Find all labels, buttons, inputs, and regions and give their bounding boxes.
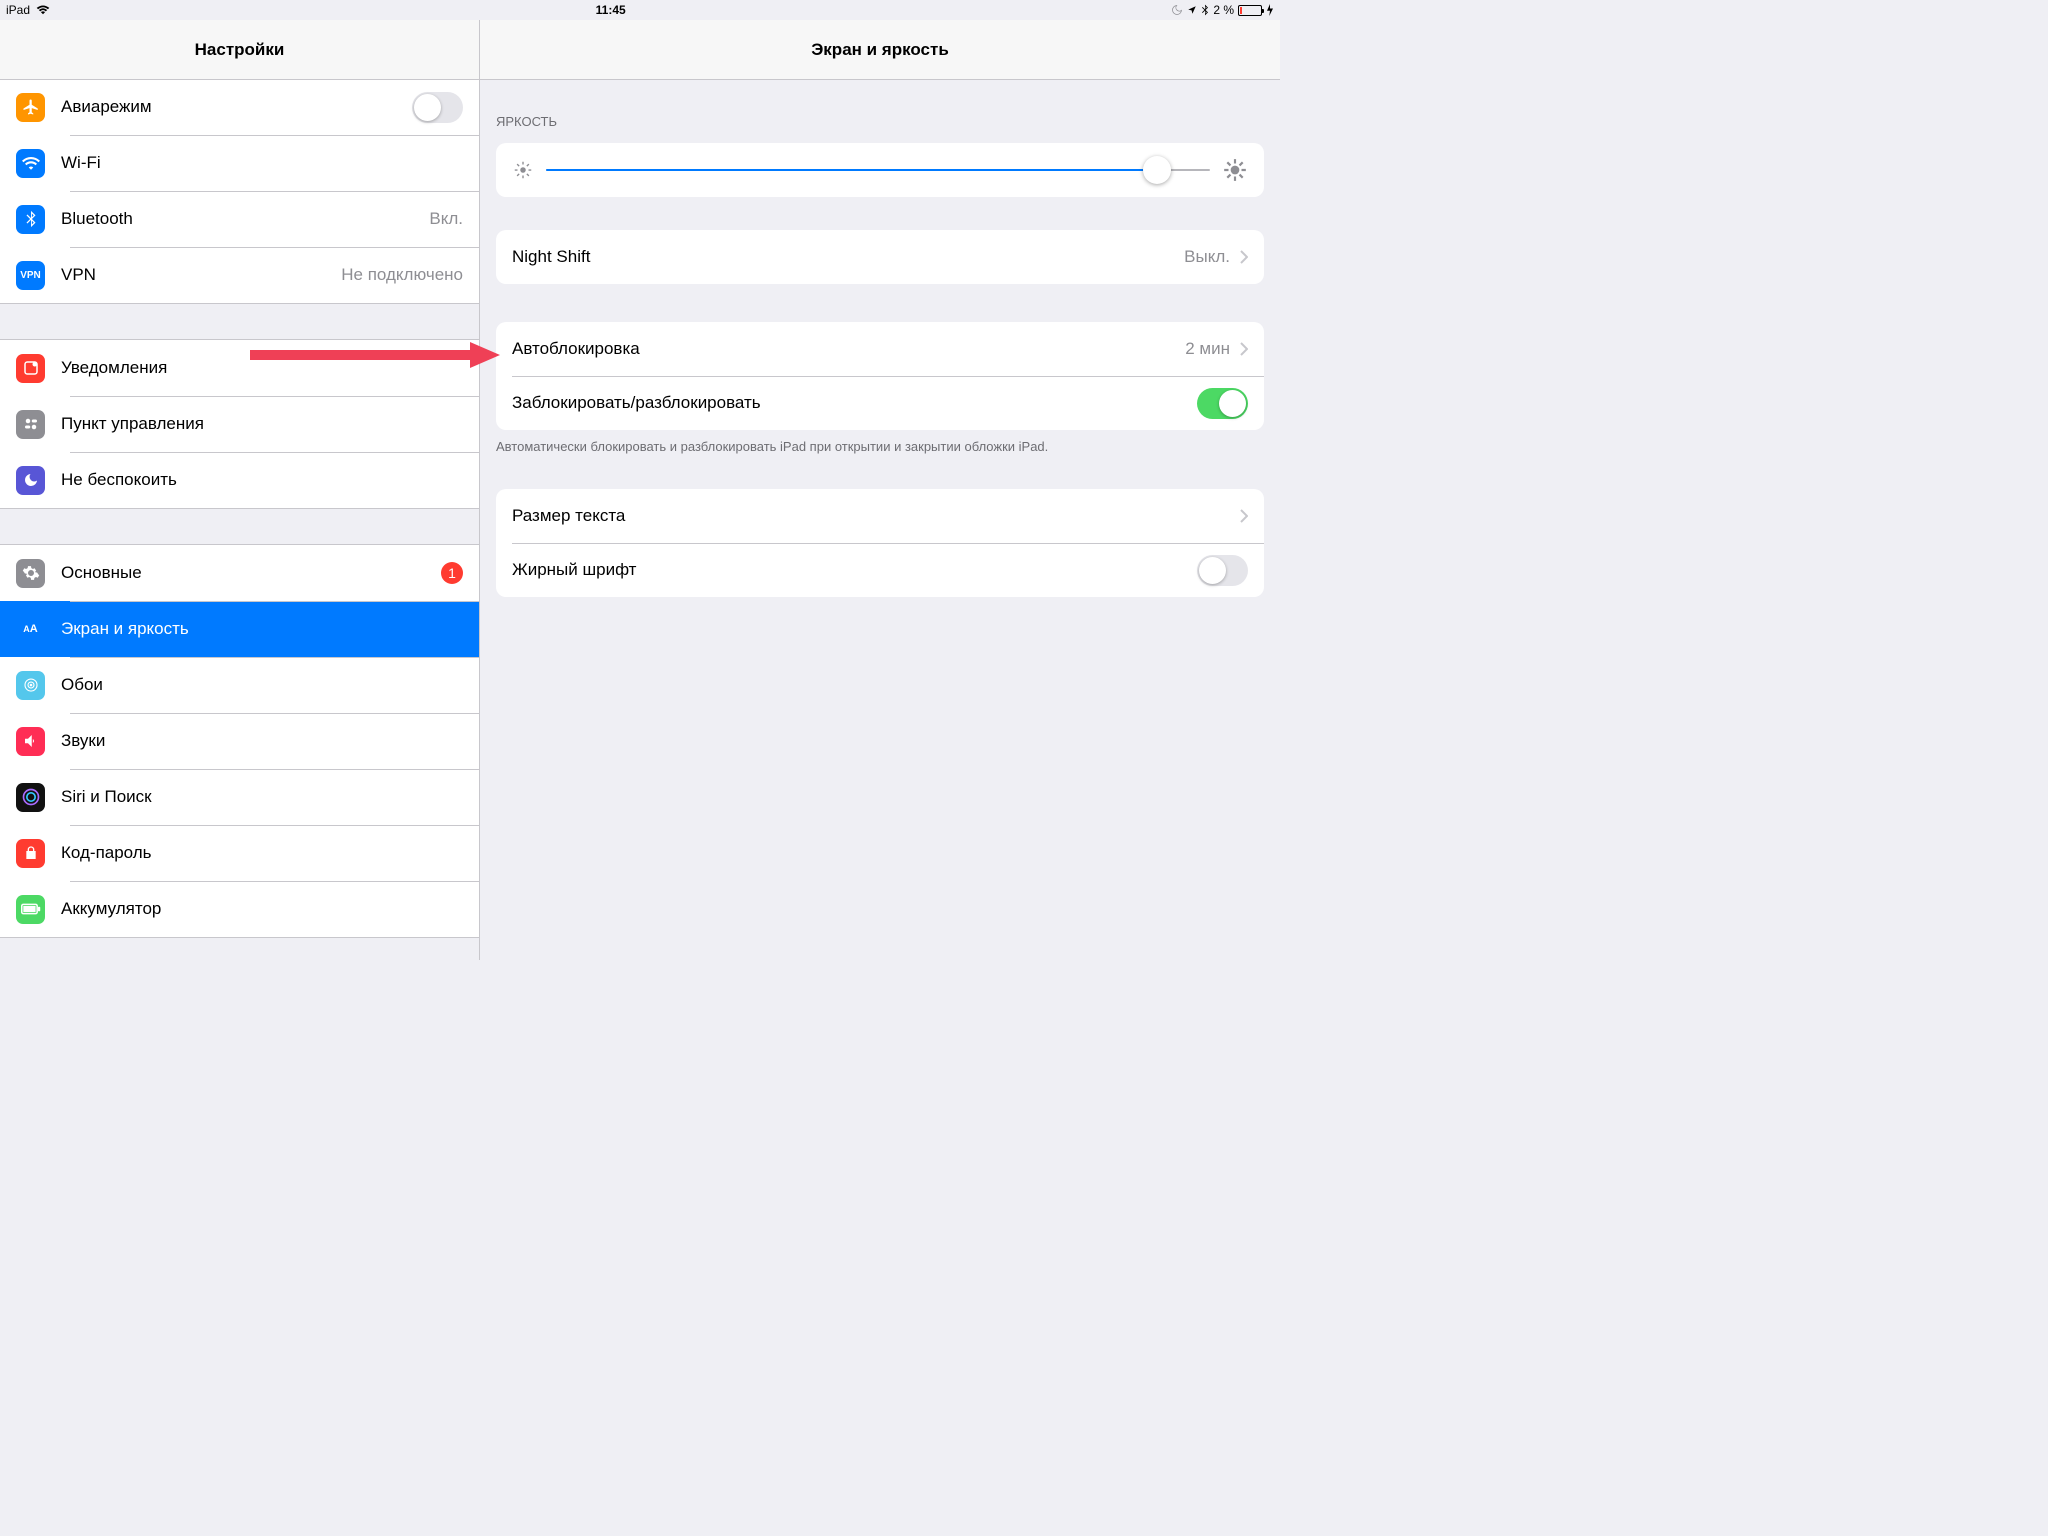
lockunlock-toggle[interactable] [1197, 388, 1248, 419]
bluetooth-icon [1201, 4, 1209, 16]
chevron-right-icon [1240, 250, 1248, 264]
wifi-settings-icon [16, 149, 45, 178]
boldtext-row[interactable]: Жирный шрифт [496, 543, 1264, 597]
lockunlock-label: Заблокировать/разблокировать [512, 393, 1197, 413]
nightshift-label: Night Shift [512, 247, 1184, 267]
lockunlock-footer: Автоматически блокировать и разблокирова… [480, 430, 1280, 456]
clock: 11:45 [50, 3, 1171, 17]
autolock-label: Автоблокировка [512, 339, 1185, 359]
chevron-right-icon [1240, 342, 1248, 356]
nightshift-value: Выкл. [1184, 247, 1230, 267]
device-label: iPad [6, 3, 30, 17]
vpn-icon: VPN [16, 261, 45, 290]
sidebar-item-label: Bluetooth [61, 209, 429, 229]
display-icon: AA [16, 615, 45, 644]
sidebar-item-value: Не подключено [341, 265, 463, 285]
sidebar-item-airplane[interactable]: Авиарежим [0, 80, 479, 135]
bluetooth-settings-icon [16, 205, 45, 234]
sidebar-item-sounds[interactable]: Звуки [0, 713, 479, 769]
sidebar-item-wifi[interactable]: Wi-Fi [0, 135, 479, 191]
brightness-header: ЯРКОСТЬ [480, 108, 1280, 135]
autolock-row[interactable]: Автоблокировка 2 мин [496, 322, 1264, 376]
sidebar-item-label: Не беспокоить [61, 470, 463, 490]
sidebar-item-label: Wi-Fi [61, 153, 463, 173]
brightness-low-icon [512, 159, 534, 181]
boldtext-toggle[interactable] [1197, 555, 1248, 586]
sidebar-item-general[interactable]: Основные 1 [0, 545, 479, 601]
nightshift-row[interactable]: Night Shift Выкл. [496, 230, 1264, 284]
sidebar-item-passcode[interactable]: Код-пароль [0, 825, 479, 881]
sidebar-item-label: Экран и яркость [61, 619, 463, 639]
sidebar-item-label: Звуки [61, 731, 463, 751]
detail-title: Экран и яркость [480, 20, 1280, 80]
sidebar-item-control-center[interactable]: Пункт управления [0, 396, 479, 452]
passcode-icon [16, 839, 45, 868]
siri-icon [16, 783, 45, 812]
sidebar-item-label: Аккумулятор [61, 899, 463, 919]
general-badge: 1 [441, 562, 463, 584]
wallpaper-icon [16, 671, 45, 700]
general-icon [16, 559, 45, 588]
detail-pane: Экран и яркость ЯРКОСТЬ Night Shift Выкл… [480, 20, 1280, 960]
sidebar-item-display[interactable]: AA Экран и яркость [0, 601, 479, 657]
textsize-label: Размер текста [512, 506, 1230, 526]
textsize-row[interactable]: Размер текста [496, 489, 1264, 543]
sidebar-item-label: Обои [61, 675, 463, 695]
sidebar-item-value: Вкл. [429, 209, 463, 229]
sidebar-item-label: Siri и Поиск [61, 787, 463, 807]
battery-settings-icon [16, 895, 45, 924]
airplane-icon [16, 93, 45, 122]
sidebar-item-label: Авиарежим [61, 97, 412, 117]
boldtext-label: Жирный шрифт [512, 560, 1197, 580]
sidebar-item-vpn[interactable]: VPN VPN Не подключено [0, 247, 479, 303]
settings-sidebar: Настройки Авиарежим Wi-Fi [0, 20, 480, 960]
sidebar-item-label: VPN [61, 265, 341, 285]
brightness-high-icon [1222, 157, 1248, 183]
sidebar-item-battery[interactable]: Аккумулятор [0, 881, 479, 937]
sidebar-item-label: Основные [61, 563, 433, 583]
location-icon [1187, 5, 1197, 15]
lockunlock-row[interactable]: Заблокировать/разблокировать [496, 376, 1264, 430]
sidebar-item-label: Код-пароль [61, 843, 463, 863]
sidebar-item-siri[interactable]: Siri и Поиск [0, 769, 479, 825]
wifi-icon [36, 5, 50, 15]
charging-icon [1266, 4, 1274, 16]
dnd-moon-icon [1171, 4, 1183, 16]
sidebar-item-label: Уведомления [61, 358, 463, 378]
dnd-icon [16, 466, 45, 495]
brightness-group [496, 143, 1264, 197]
sidebar-item-bluetooth[interactable]: Bluetooth Вкл. [0, 191, 479, 247]
battery-pct: 2 % [1213, 3, 1234, 17]
sounds-icon [16, 727, 45, 756]
airplane-toggle[interactable] [412, 92, 463, 123]
sidebar-item-wallpaper[interactable]: Обои [0, 657, 479, 713]
notifications-icon [16, 354, 45, 383]
chevron-right-icon [1240, 509, 1248, 523]
autolock-value: 2 мин [1185, 339, 1230, 359]
brightness-slider[interactable] [546, 169, 1210, 171]
sidebar-item-notifications[interactable]: Уведомления [0, 340, 479, 396]
control-center-icon [16, 410, 45, 439]
sidebar-item-dnd[interactable]: Не беспокоить [0, 452, 479, 508]
battery-icon [1238, 5, 1262, 16]
status-bar: iPad 11:45 2 % [0, 0, 1280, 20]
sidebar-item-label: Пункт управления [61, 414, 463, 434]
sidebar-title: Настройки [0, 20, 479, 80]
